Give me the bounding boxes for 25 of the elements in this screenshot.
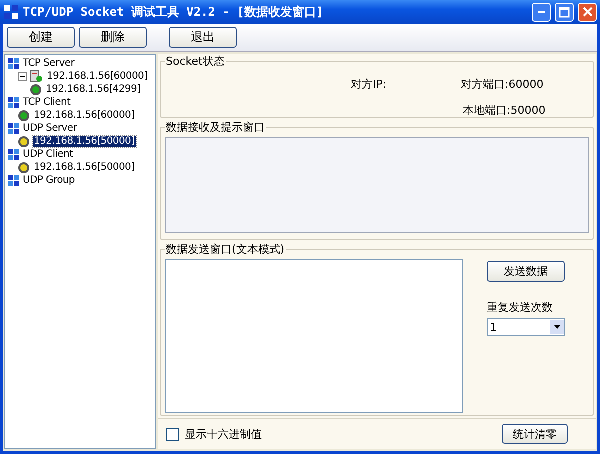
- toolbar-button[interactable]: 创建: [7, 27, 75, 48]
- repeat-count-dropdown[interactable]: 1: [487, 318, 565, 336]
- tree-item[interactable]: UDP Group: [22, 175, 76, 186]
- remote-ip-label: 对方IP:: [351, 77, 387, 92]
- clear-stats-button[interactable]: 统计清零: [502, 424, 568, 444]
- local-port-label: 本地端口:50000: [463, 103, 546, 118]
- toolbar-button[interactable]: 退出: [169, 27, 237, 48]
- window-title: TCP/UDP Socket 调试工具 V2.2 - [数据收发窗口]: [23, 4, 325, 20]
- tree-item[interactable]: 192.168.1.56[60000]: [33, 110, 136, 121]
- group-title: 数据发送窗口(文本模式): [165, 242, 286, 257]
- tree-item[interactable]: 192.168.1.56[4299]: [45, 84, 142, 95]
- checkbox-label: 显示十六进制值: [185, 426, 262, 442]
- tree-item[interactable]: TCP Server: [22, 58, 76, 69]
- tree-item[interactable]: 192.168.1.56[50000]: [33, 136, 136, 147]
- toolbar-button[interactable]: 删除: [79, 27, 147, 48]
- tree-item[interactable]: UDP Server: [22, 123, 78, 134]
- repeat-count-label: 重复发送次数: [487, 300, 554, 315]
- tree-item[interactable]: TCP Client: [22, 97, 72, 108]
- group-title: 数据接收及提示窗口: [165, 120, 266, 135]
- tree-item[interactable]: 192.168.1.56[60000]: [46, 71, 149, 82]
- tree-item[interactable]: 192.168.1.56[50000]: [33, 162, 136, 173]
- tree-item[interactable]: UDP Client: [22, 149, 74, 160]
- group-title: Socket状态: [165, 54, 226, 69]
- send-button[interactable]: 发送数据: [487, 261, 565, 282]
- remote-port-label: 对方端口:60000: [461, 77, 544, 92]
